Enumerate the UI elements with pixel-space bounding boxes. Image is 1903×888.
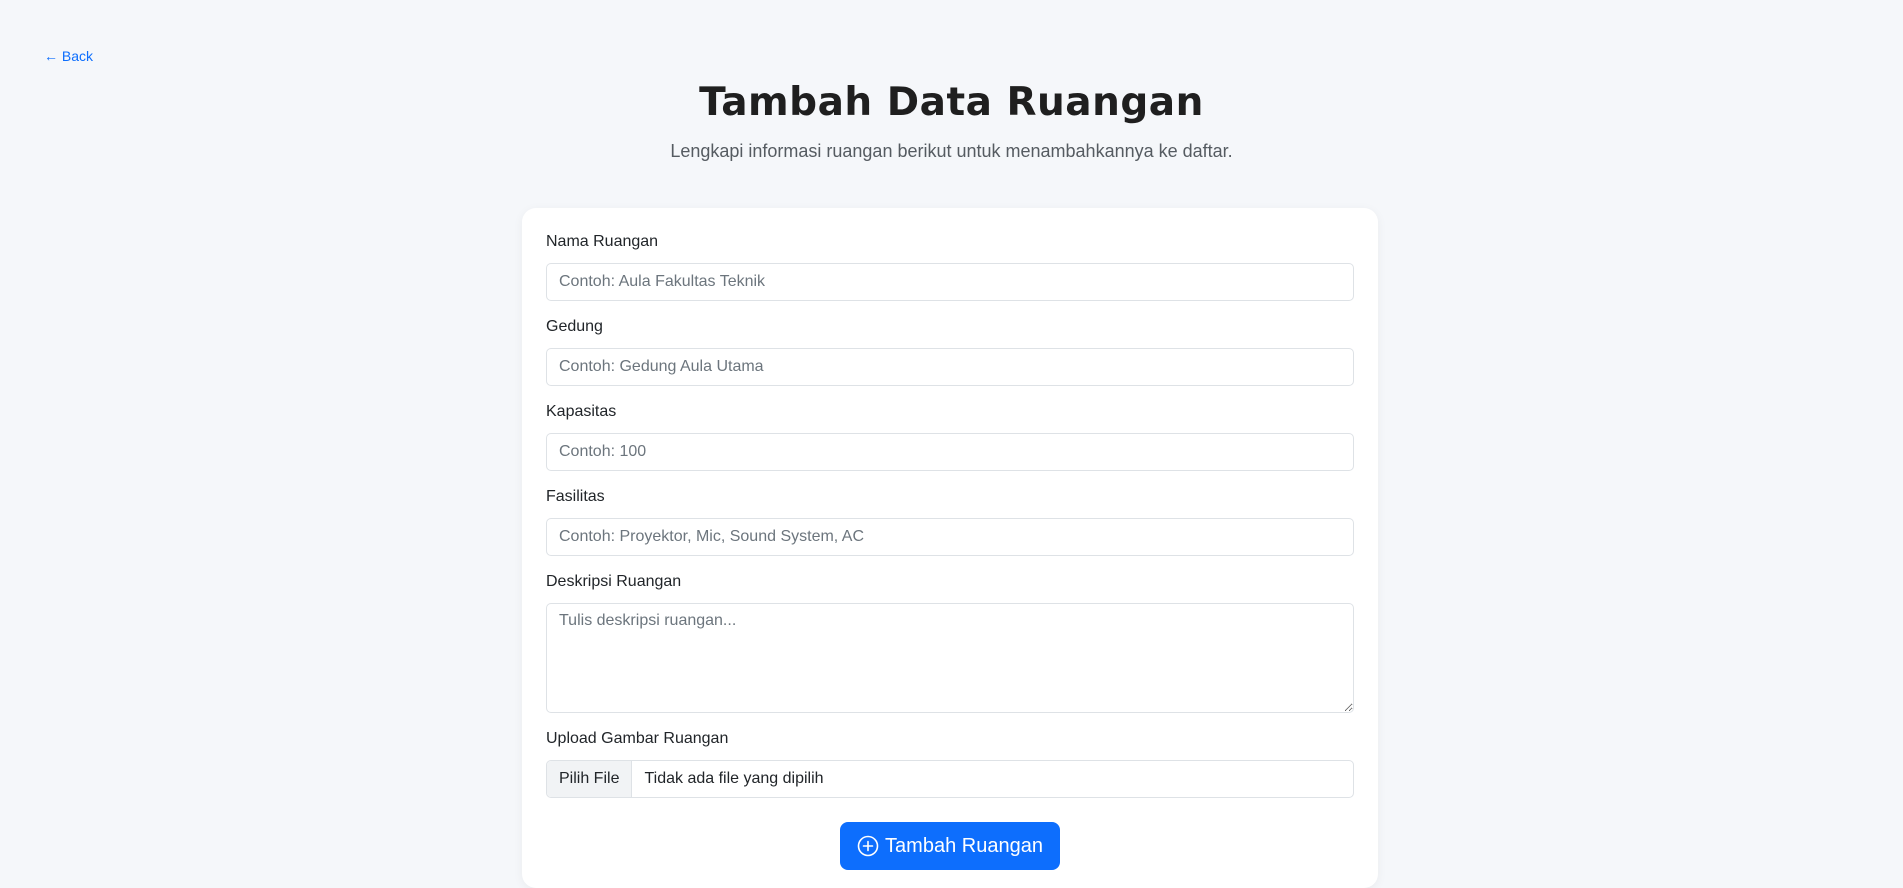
- page-title: Tambah Data Ruangan: [699, 80, 1204, 125]
- page-subtitle: Lengkapi informasi ruangan berikut untuk…: [670, 141, 1233, 161]
- nama-ruangan-input[interactable]: [546, 263, 1354, 301]
- back-link[interactable]: ← Back: [44, 48, 93, 64]
- deskripsi-ruangan-textarea[interactable]: [546, 603, 1354, 713]
- field-deskripsi-ruangan: Deskripsi Ruangan: [546, 572, 1354, 713]
- file-status-text: Tidak ada file yang dipilih: [644, 770, 824, 787]
- gedung-input[interactable]: [546, 348, 1354, 386]
- kapasitas-input[interactable]: [546, 433, 1354, 471]
- tambah-ruangan-button[interactable]: Tambah Ruangan: [840, 822, 1060, 870]
- nama-ruangan-label: Nama Ruangan: [546, 233, 659, 250]
- tambah-ruangan-label: Tambah Ruangan: [885, 834, 1043, 857]
- fasilitas-label: Fasilitas: [546, 488, 605, 505]
- add-room-form: Nama Ruangan Gedung Kapasitas Fasilitas …: [546, 232, 1354, 870]
- plus-circle-icon: [857, 835, 879, 857]
- gedung-label: Gedung: [546, 318, 603, 335]
- deskripsi-ruangan-label: Deskripsi Ruangan: [546, 573, 682, 590]
- page-header: Tambah Data Ruangan Lengkapi informasi r…: [0, 80, 1903, 162]
- field-upload-gambar: Upload Gambar Ruangan Pilih File Tidak a…: [546, 729, 1354, 798]
- form-card: Nama Ruangan Gedung Kapasitas Fasilitas …: [522, 208, 1378, 888]
- submit-wrap: Tambah Ruangan: [546, 822, 1354, 870]
- field-nama-ruangan: Nama Ruangan: [546, 232, 1354, 301]
- kapasitas-label: Kapasitas: [546, 403, 617, 420]
- field-fasilitas: Fasilitas: [546, 487, 1354, 556]
- file-input[interactable]: Pilih File Tidak ada file yang dipilih: [546, 760, 1354, 798]
- field-gedung: Gedung: [546, 317, 1354, 386]
- choose-file-button[interactable]: Pilih File: [547, 761, 633, 797]
- upload-gambar-label: Upload Gambar Ruangan: [546, 730, 729, 747]
- fasilitas-input[interactable]: [546, 518, 1354, 556]
- field-kapasitas: Kapasitas: [546, 402, 1354, 471]
